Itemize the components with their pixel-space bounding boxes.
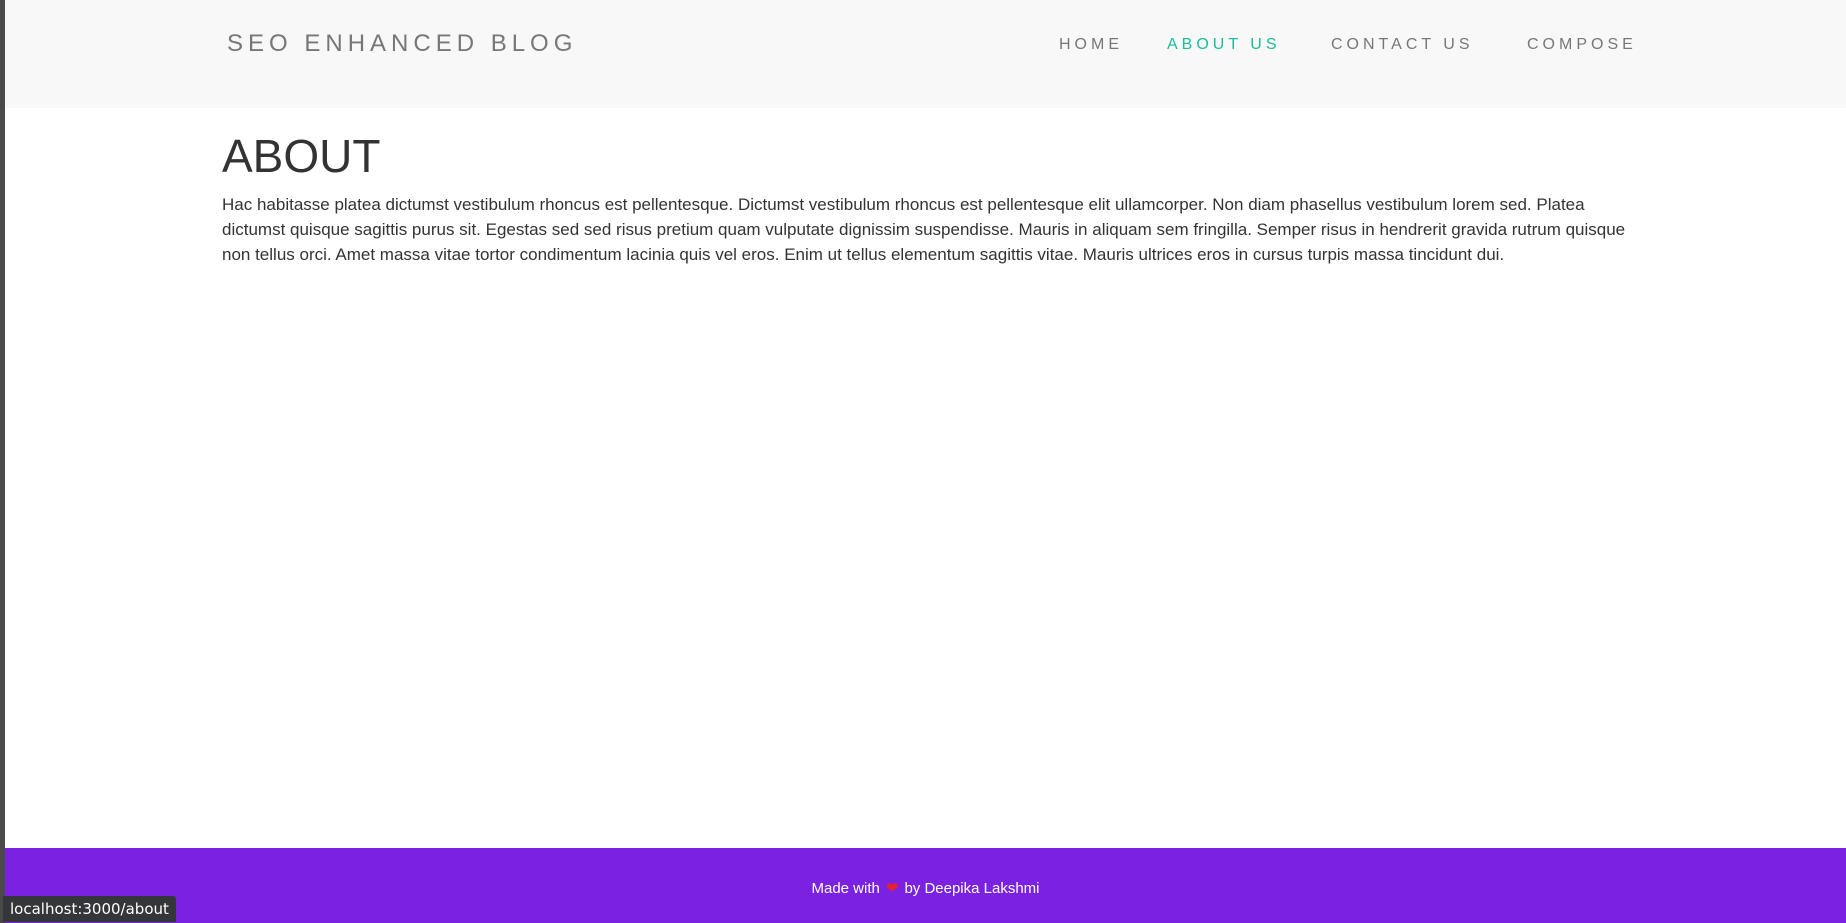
- footer: Made with ❤ by Deepika Lakshmi: [5, 848, 1846, 923]
- nav-link-contact-us[interactable]: CONTACT US: [1331, 36, 1474, 54]
- page-title: ABOUT: [222, 130, 381, 182]
- browser-viewport: SEO ENHANCED BLOG HOME ABOUT US CONTACT …: [0, 0, 1846, 923]
- navbar: SEO ENHANCED BLOG: [5, 0, 1846, 108]
- heart-icon: ❤: [885, 880, 899, 897]
- link-hover-status-url: localhost:3000/about: [3, 896, 176, 922]
- nav-link-home[interactable]: HOME: [1059, 36, 1123, 54]
- brand-logo-link[interactable]: SEO ENHANCED BLOG: [227, 30, 577, 58]
- window-edge: [0, 0, 5, 923]
- nav-link-about-us[interactable]: ABOUT US: [1167, 36, 1281, 54]
- main-content: ABOUT Hac habitasse platea dictumst vest…: [222, 128, 1632, 267]
- footer-made-with: Made with: [811, 880, 880, 897]
- nav-link-compose[interactable]: COMPOSE: [1527, 36, 1637, 54]
- footer-author: by Deepika Lakshmi: [904, 880, 1040, 897]
- about-paragraph: Hac habitasse platea dictumst vestibulum…: [222, 195, 1626, 264]
- footer-credit: Made with ❤ by Deepika Lakshmi: [5, 880, 1846, 897]
